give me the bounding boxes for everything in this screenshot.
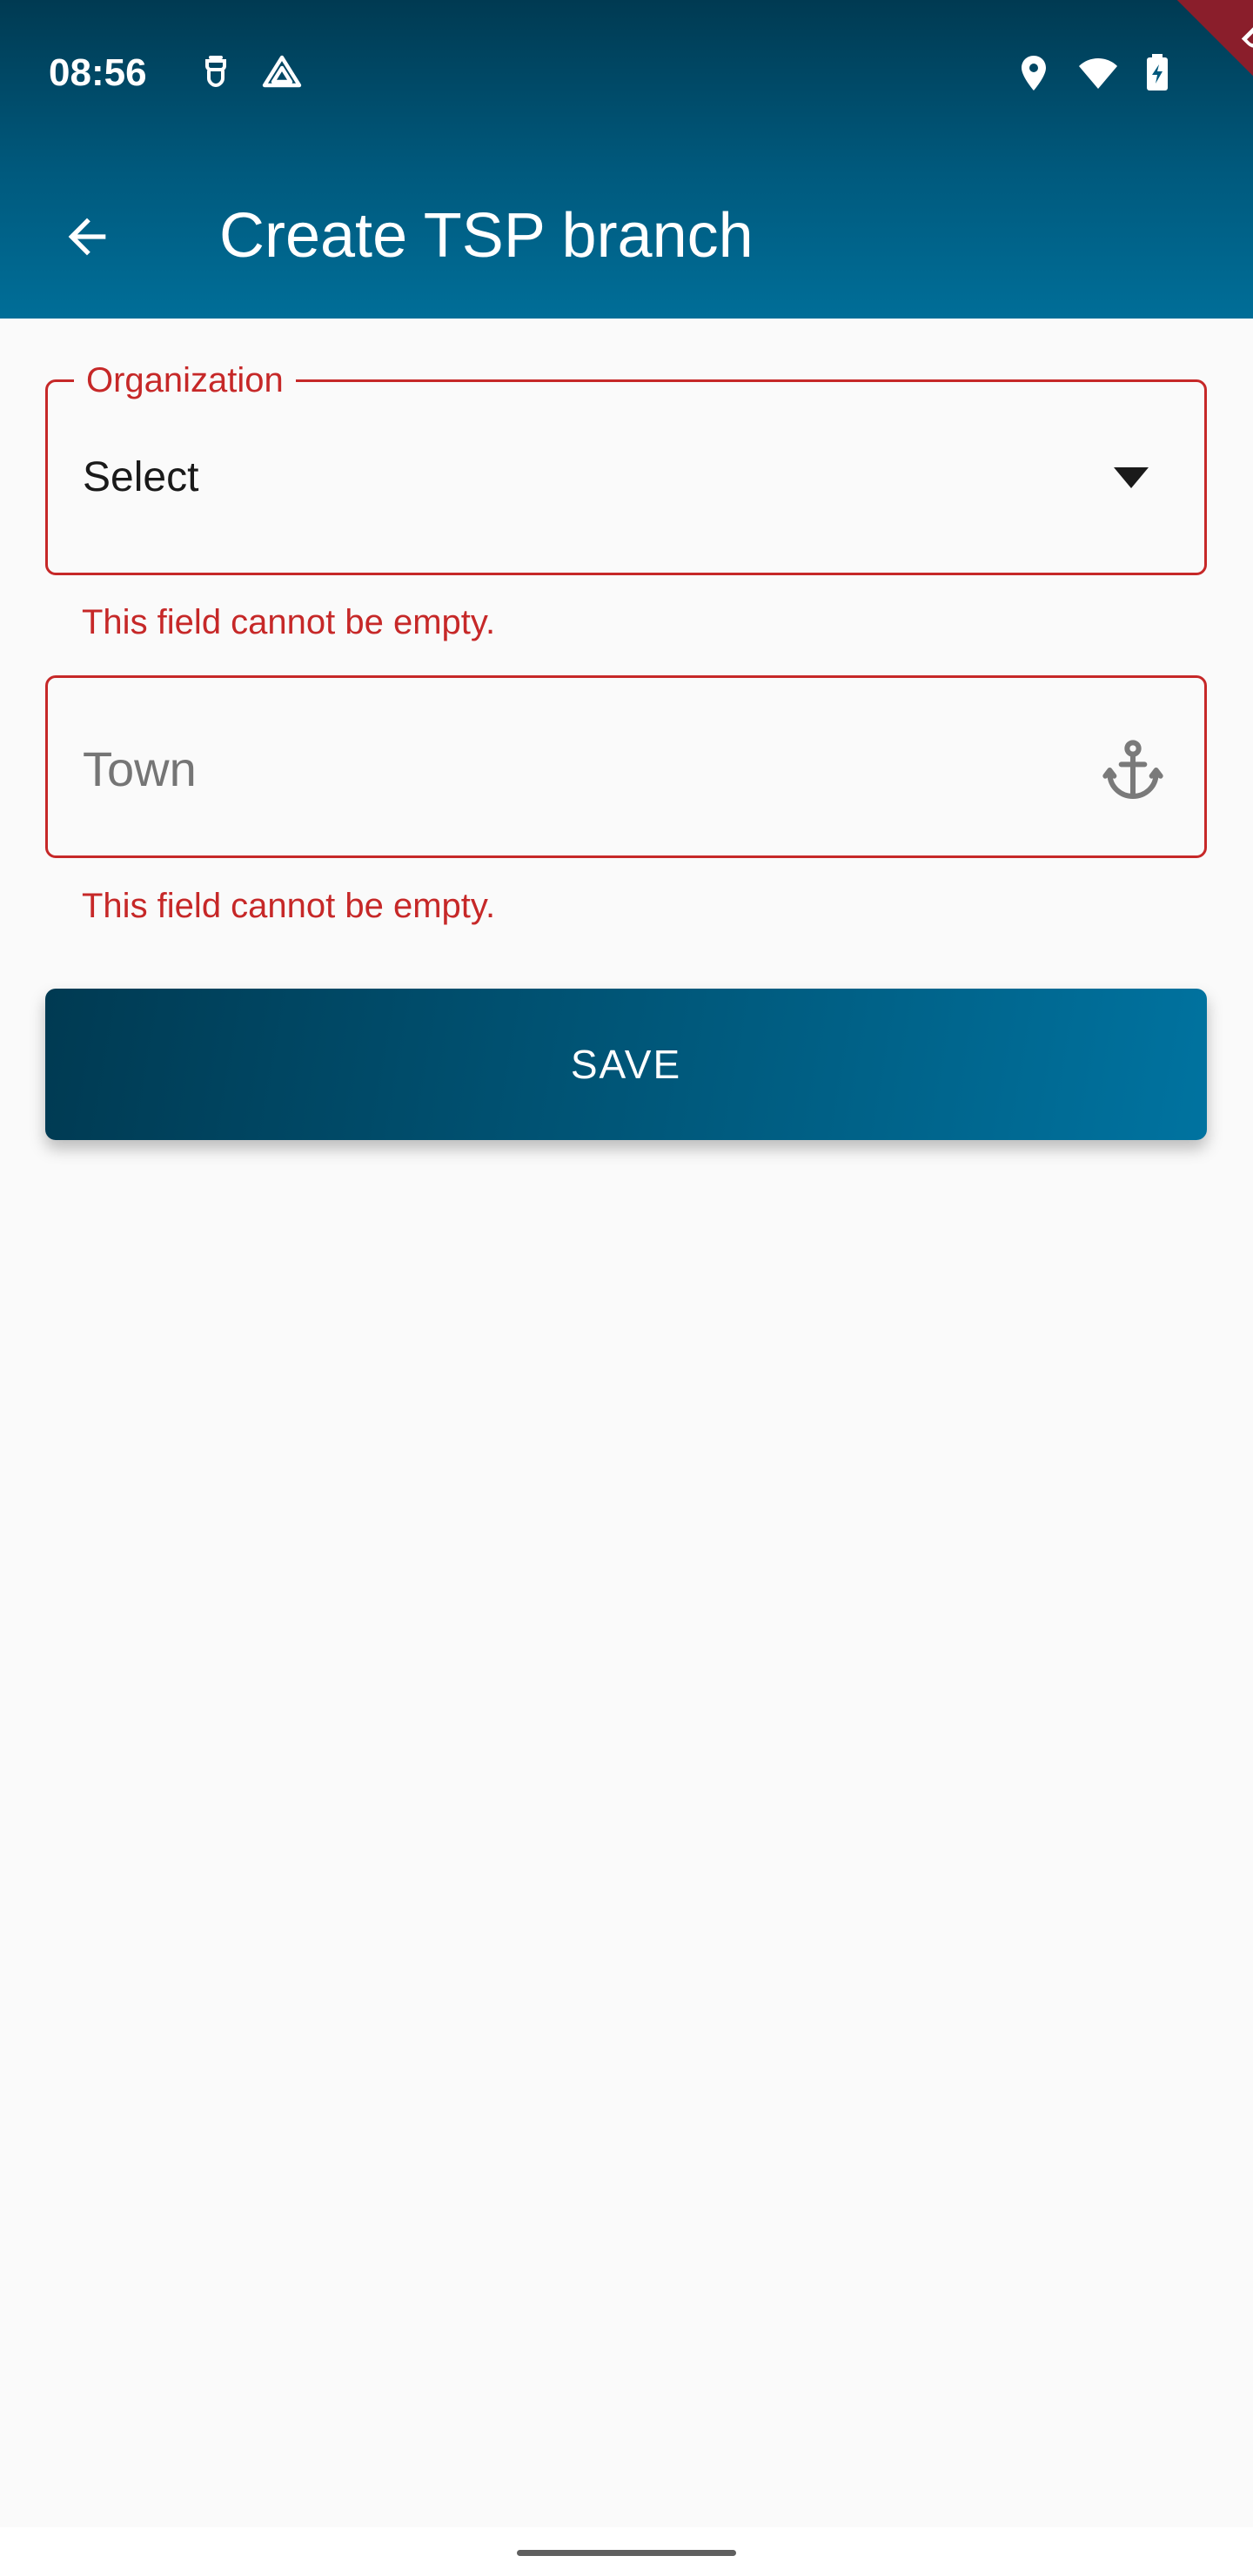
back-button[interactable] bbox=[49, 198, 125, 275]
home-gesture-handle[interactable] bbox=[517, 2550, 736, 2556]
drive-icon bbox=[262, 55, 302, 88]
anchor-icon bbox=[1102, 740, 1163, 800]
debug-banner: DEBUG bbox=[1062, 0, 1253, 191]
save-button[interactable]: SAVE bbox=[45, 989, 1207, 1140]
status-time: 08:56 bbox=[49, 51, 147, 94]
organization-label: Organization bbox=[74, 359, 296, 401]
debug-banner-label: DEBUG bbox=[1144, 0, 1253, 191]
battery-charging-icon bbox=[1147, 54, 1168, 91]
dropdown-arrow-icon[interactable] bbox=[1114, 467, 1149, 488]
town-error: This field cannot be empty. bbox=[82, 887, 496, 925]
town-placeholder: Town bbox=[83, 741, 197, 796]
wifi-icon bbox=[1079, 58, 1117, 89]
organization-value: Select bbox=[83, 454, 199, 500]
town-input[interactable]: Town bbox=[45, 675, 1207, 858]
organization-error: This field cannot be empty. bbox=[82, 603, 496, 641]
page-title: Create TSP branch bbox=[219, 201, 754, 271]
arrow-back-icon bbox=[68, 218, 106, 256]
screen: 08:56 Create TSP branch DEBUG Organizati… bbox=[0, 0, 1253, 2576]
app-bar: 08:56 Create TSP branch DEBUG bbox=[0, 0, 1253, 319]
organization-dropdown[interactable]: Organization Select bbox=[45, 359, 1207, 575]
location-icon bbox=[1022, 56, 1046, 91]
notification-app-icon bbox=[205, 56, 226, 88]
